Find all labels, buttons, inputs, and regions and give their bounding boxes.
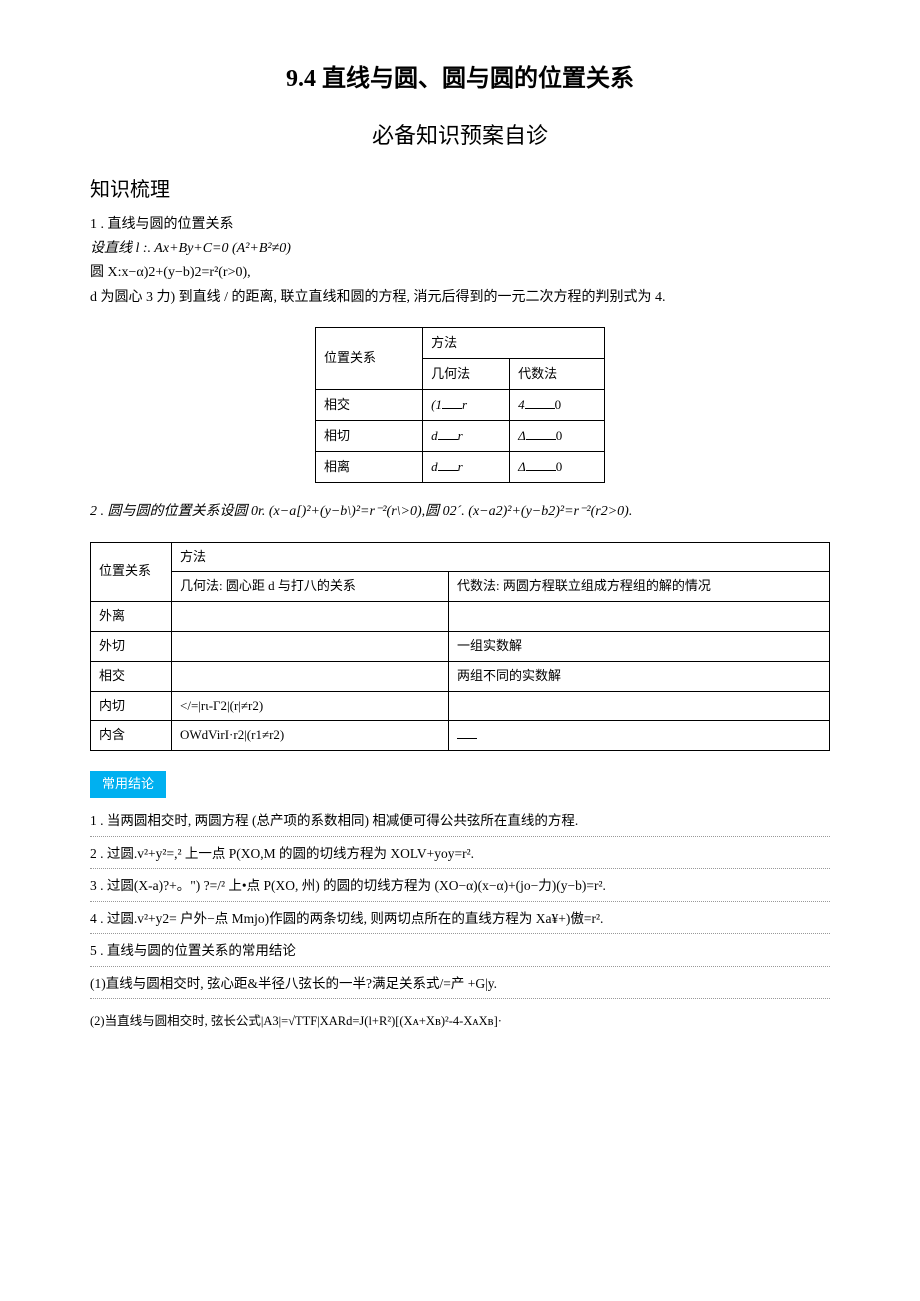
t1-h-method: 方法: [423, 328, 605, 359]
blank: [438, 458, 458, 471]
t2-r2-geo: [172, 631, 449, 661]
t2-r4-alg: [449, 691, 830, 721]
t1-r1-geo-a: (1: [431, 397, 442, 412]
t2-h-method: 方法: [172, 542, 830, 572]
table-row: 内切 </=|rι-Γ2|(r|≠r2): [91, 691, 830, 721]
t1-h-pos: 位置关系: [316, 328, 423, 390]
blue-bar-conclusions: 常用结论: [90, 771, 166, 798]
t2-h-geo: 几何法: 圆心距 d 与打八的关系: [172, 572, 449, 602]
t1-h-geo: 几何法: [423, 359, 510, 390]
t2-r2-pos: 外切: [91, 631, 172, 661]
table-row: 内含 OWdVirI·r2|(r1≠r2): [91, 721, 830, 751]
sec1-line3: d 为圆心 3 力) 到直线 / 的距离, 联立直线和圆的方程, 消元后得到的一…: [90, 287, 830, 309]
t2-r4-geo: </=|rι-Γ2|(r|≠r2): [172, 691, 449, 721]
blank: [457, 726, 477, 739]
t2-r3-geo: [172, 661, 449, 691]
t1-r3-alg-a: Δ: [518, 459, 526, 474]
conclusion-1: 1 . 当两圆相交时, 两圆方程 (总产项的系数相同) 相减便可得公共弦所在直线…: [90, 804, 830, 837]
t1-r1-geo-b: r: [462, 397, 467, 412]
title-main: 9.4 直线与圆、圆与圆的位置关系: [90, 60, 830, 98]
conclusion-4: 4 . 过圆.v²+y2= 户外−点 Mmjo)作圆的两条切线, 则两切点所在的…: [90, 902, 830, 935]
table-row: 外离: [91, 602, 830, 632]
table-row: 相切 dr Δ0: [316, 421, 605, 452]
t2-r3-alg: 两组不同的实数解: [449, 661, 830, 691]
t1-r2-alg-a: Δ: [518, 428, 526, 443]
sec2-heading: 2 . 圆与圆的位置关系设圆 0r. (x−a[)²+(y−b\)²=r⁻²(r…: [90, 501, 830, 523]
t2-r1-alg: [449, 602, 830, 632]
title-sub: 必备知识预案自诊: [90, 118, 830, 153]
blank: [525, 396, 555, 409]
conclusion-2: 2 . 过圆.v²+y²=,² 上一点 P(XO,M 的圆的切线方程为 XOLV…: [90, 837, 830, 870]
sec1-line2: 圆 X:x−α)2+(y−b)2=r²(r>0),: [90, 262, 830, 284]
table-line-circle: 位置关系 方法 几何法 代数法 相交 (1r 40 相切 dr Δ0 相离 dr…: [315, 327, 605, 483]
t1-r1-pos: 相交: [316, 390, 423, 421]
t1-r2-alg-b: 0: [556, 428, 563, 443]
t1-r3-alg: Δ0: [510, 452, 605, 483]
blank: [442, 396, 462, 409]
table-row: 相交 (1 r 40: [316, 390, 605, 421]
blank: [438, 427, 458, 440]
conclusion-5: 5 . 直线与圆的位置关系的常用结论: [90, 934, 830, 967]
table-circle-circle: 位置关系 方法 几何法: 圆心距 d 与打八的关系 代数法: 两圆方程联立组成方…: [90, 542, 830, 752]
t1-r2-alg: Δ0: [510, 421, 605, 452]
conclusion-6: (1)直线与圆相交时, 弦心距&半径八弦长的一半?满足关系式/=产 +G|y.: [90, 967, 830, 1000]
t1-r1-alg-b: 0: [555, 397, 562, 412]
conclusion-3: 3 . 过圆(X-a)?+。") ?=/² 上•点 P(XO, 州) 的圆的切线…: [90, 869, 830, 902]
t1-r2-geo-b: r: [458, 428, 463, 443]
t2-r3-pos: 相交: [91, 661, 172, 691]
t1-r3-geo-b: r: [458, 459, 463, 474]
t2-h-alg: 代数法: 两圆方程联立组成方程组的解的情况: [449, 572, 830, 602]
sec1-line1: 设直线 l :. Ax+By+C=0 (A²+B²≠0): [90, 238, 830, 260]
table-row: 外切 一组实数解: [91, 631, 830, 661]
t1-r3-alg-b: 0: [556, 459, 563, 474]
t1-r1-alg: 40: [510, 390, 605, 421]
table-row: 相交 两组不同的实数解: [91, 661, 830, 691]
t2-r1-pos: 外离: [91, 602, 172, 632]
t1-r2-geo: dr: [423, 421, 510, 452]
t2-h-pos: 位置关系: [91, 542, 172, 602]
t2-r5-pos: 内含: [91, 721, 172, 751]
t2-r4-pos: 内切: [91, 691, 172, 721]
t2-r2-alg: 一组实数解: [449, 631, 830, 661]
t1-r3-geo: dr: [423, 452, 510, 483]
t2-r5-geo: OWdVirI·r2|(r1≠r2): [172, 721, 449, 751]
heading-knowledge: 知识梳理: [90, 174, 830, 206]
sec1-heading: 1 . 直线与圆的位置关系: [90, 214, 830, 236]
blank: [526, 458, 556, 471]
table-row: 相离 dr Δ0: [316, 452, 605, 483]
footer-formula: (2)当直线与圆相交时, 弦长公式|A3|=√TTF|XARd=J(l+R²)[…: [90, 1011, 830, 1031]
t1-r1-geo: (1 r: [423, 390, 510, 421]
t1-r3-pos: 相离: [316, 452, 423, 483]
t1-h-alg: 代数法: [510, 359, 605, 390]
t1-r2-pos: 相切: [316, 421, 423, 452]
t2-r5-alg: [449, 721, 830, 751]
t2-r1-geo: [172, 602, 449, 632]
blank: [526, 427, 556, 440]
